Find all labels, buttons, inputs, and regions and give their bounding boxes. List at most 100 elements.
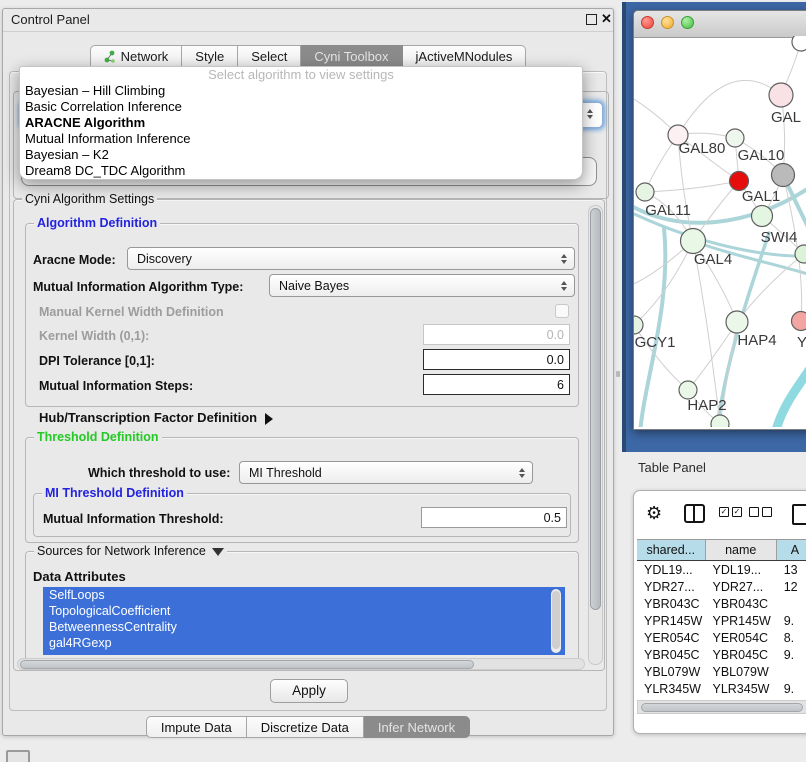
tab-select[interactable]: Select bbox=[238, 45, 301, 67]
algorithm-option[interactable]: Dream8 DC_TDC Algorithm bbox=[20, 163, 582, 179]
mi-algorithm-type-select[interactable]: Naive Bayes bbox=[269, 274, 575, 297]
combo-spinner-icon bbox=[558, 254, 570, 264]
table-cell: YDR27... bbox=[705, 579, 776, 596]
column-header-name[interactable]: name bbox=[706, 540, 777, 560]
dpi-tolerance-input[interactable]: 0.0 bbox=[423, 349, 570, 370]
algorithm-dropdown-placeholder: Select algorithm to view settings bbox=[20, 67, 582, 83]
tab-jactivemnodules[interactable]: jActiveMNodules bbox=[403, 45, 527, 67]
table-row[interactable]: YLR345WYLR345W9. bbox=[637, 681, 806, 698]
screen: Control Panel ✕ Network Style Select Cyni T… bbox=[0, 0, 806, 762]
gear-icon[interactable]: ⚙ bbox=[646, 504, 662, 522]
collapsed-panel-icon[interactable] bbox=[6, 750, 30, 762]
close-traffic-light[interactable] bbox=[641, 16, 654, 29]
tab-network[interactable]: Network bbox=[90, 45, 183, 67]
function-builder-icon[interactable] bbox=[792, 504, 806, 525]
tab-style[interactable]: Style bbox=[182, 45, 238, 67]
data-attributes-list[interactable]: SelfLoopsTopologicalCoefficientBetweenne… bbox=[43, 587, 565, 655]
which-threshold-select[interactable]: MI Threshold bbox=[239, 461, 533, 484]
hub-definition-toggle[interactable]: Hub/Transcription Factor Definition bbox=[39, 410, 273, 425]
bottom-tab-bar: Impute DataDiscretize DataInfer Network bbox=[3, 716, 613, 738]
mi-threshold-input[interactable]: 0.5 bbox=[421, 507, 567, 528]
table-cell: YBL079W bbox=[705, 664, 776, 681]
sources-group-title[interactable]: Sources for Network Inference bbox=[34, 544, 227, 559]
table-cell: YPR145W bbox=[637, 613, 705, 630]
network-node-y[interactable] bbox=[792, 312, 806, 331]
which-threshold-label: Which threshold to use: bbox=[88, 466, 230, 480]
network-node-hap4[interactable] bbox=[726, 311, 748, 333]
column-header-A[interactable]: A bbox=[777, 540, 806, 560]
panel-splitter-handle[interactable] bbox=[616, 371, 620, 377]
manual-kernel-width-checkbox[interactable] bbox=[555, 304, 569, 318]
table-cell: YBR043C bbox=[705, 596, 776, 613]
algorithm-option[interactable]: Basic Correlation Inference bbox=[20, 99, 582, 115]
deselect-all-checkboxes-icon[interactable] bbox=[749, 507, 772, 517]
table-row[interactable]: YER054CYER054C8. bbox=[637, 630, 806, 647]
attributes-list-scrollbar[interactable] bbox=[551, 589, 561, 653]
close-icon[interactable]: ✕ bbox=[601, 11, 612, 27]
attribute-item[interactable]: gal4RGexp bbox=[43, 635, 565, 651]
zoom-traffic-light[interactable] bbox=[681, 16, 694, 29]
algorithm-option[interactable]: Mutual Information Inference bbox=[20, 131, 582, 147]
network-node-label: GAL10 bbox=[738, 147, 785, 164]
table-cell: YDR27... bbox=[637, 579, 705, 596]
attribute-item[interactable]: TopologicalCoefficient bbox=[43, 603, 565, 619]
network-node[interactable] bbox=[711, 415, 729, 427]
table-cell: YER054C bbox=[637, 630, 705, 647]
bottom-tab-discretize-data[interactable]: Discretize Data bbox=[247, 716, 364, 738]
settings-horizontal-scrollbar[interactable] bbox=[17, 658, 585, 670]
algorithm-option[interactable]: Bayesian – K2 bbox=[20, 147, 582, 163]
settings-vertical-scrollbar[interactable] bbox=[588, 205, 603, 665]
table-cell bbox=[777, 596, 806, 613]
network-canvas[interactable]: GALGAL80GAL10GAL1GAL11SWI4GAL4GCY1HAP4YH… bbox=[634, 36, 806, 427]
tab-label: Network bbox=[121, 49, 169, 64]
bottom-tab-impute-data[interactable]: Impute Data bbox=[146, 716, 247, 738]
network-node[interactable] bbox=[772, 164, 795, 187]
table-row[interactable]: YBR045CYBR045C9. bbox=[637, 647, 806, 664]
table-row[interactable]: YDL19...YDL19...13 bbox=[637, 562, 806, 579]
table-row[interactable]: YDR27...YDR27...12 bbox=[637, 579, 806, 596]
network-node-gal[interactable] bbox=[769, 83, 793, 107]
algorithm-option[interactable]: ARACNE Algorithm bbox=[20, 115, 582, 131]
network-node-gcy1[interactable] bbox=[634, 316, 643, 334]
aracne-mode-label: Aracne Mode: bbox=[33, 253, 116, 267]
kernel-width-input[interactable]: 0.0 bbox=[423, 324, 570, 345]
table-row[interactable]: YPR145WYPR145W9. bbox=[637, 613, 806, 630]
float-window-icon[interactable] bbox=[586, 14, 597, 25]
manual-kernel-width-label: Manual Kernel Width Definition bbox=[39, 305, 224, 319]
table-row[interactable]: YBL079WYBL079W bbox=[637, 664, 806, 681]
apply-button[interactable]: Apply bbox=[270, 679, 348, 703]
table-cell: 8. bbox=[777, 630, 806, 647]
aracne-mode-select[interactable]: Discovery bbox=[127, 247, 575, 270]
attribute-item[interactable]: SelfLoops bbox=[43, 587, 565, 603]
tab-label: Select bbox=[251, 49, 287, 64]
mi-steps-input[interactable]: 6 bbox=[423, 374, 570, 395]
table-horizontal-scrollbar[interactable] bbox=[637, 700, 806, 714]
control-panel-titlebar[interactable]: Control Panel ✕ bbox=[3, 9, 613, 32]
table-panel-title: Table Panel bbox=[638, 460, 706, 475]
select-all-checkboxes-icon[interactable]: ✓✓ bbox=[719, 507, 742, 517]
network-node-gal10[interactable] bbox=[726, 129, 744, 147]
columns-icon[interactable] bbox=[684, 504, 705, 523]
table-row[interactable]: YBR043CYBR043C bbox=[637, 596, 806, 613]
bottom-tab-infer-network[interactable]: Infer Network bbox=[364, 716, 470, 738]
network-node-label: GCY1 bbox=[635, 334, 676, 351]
column-header-shared...[interactable]: shared... bbox=[637, 540, 706, 560]
algorithm-option[interactable]: Bayesian – Hill Climbing bbox=[20, 83, 582, 99]
dpi-tolerance-label: DPI Tolerance [0,1]: bbox=[39, 354, 155, 368]
network-node-label: Y bbox=[797, 334, 806, 351]
network-window-titlebar[interactable] bbox=[634, 11, 806, 38]
minimize-traffic-light[interactable] bbox=[661, 16, 674, 29]
network-edge bbox=[678, 80, 781, 135]
network-node-label: SWI4 bbox=[761, 229, 798, 246]
tab-cyni-toolbox[interactable]: Cyni Toolbox bbox=[301, 45, 402, 67]
network-node-gal11[interactable] bbox=[636, 183, 654, 201]
network-node[interactable] bbox=[792, 36, 806, 51]
network-node-gal4[interactable] bbox=[681, 229, 706, 254]
attribute-item[interactable]: BetweennessCentrality bbox=[43, 619, 565, 635]
network-edge bbox=[640, 228, 665, 427]
combo-spinner-icon bbox=[558, 281, 570, 291]
tab-label: Cyni Toolbox bbox=[314, 49, 388, 64]
table-cell: YPR145W bbox=[705, 613, 776, 630]
network-node-swi4[interactable] bbox=[752, 206, 773, 227]
table-header: shared...nameA bbox=[637, 539, 806, 561]
